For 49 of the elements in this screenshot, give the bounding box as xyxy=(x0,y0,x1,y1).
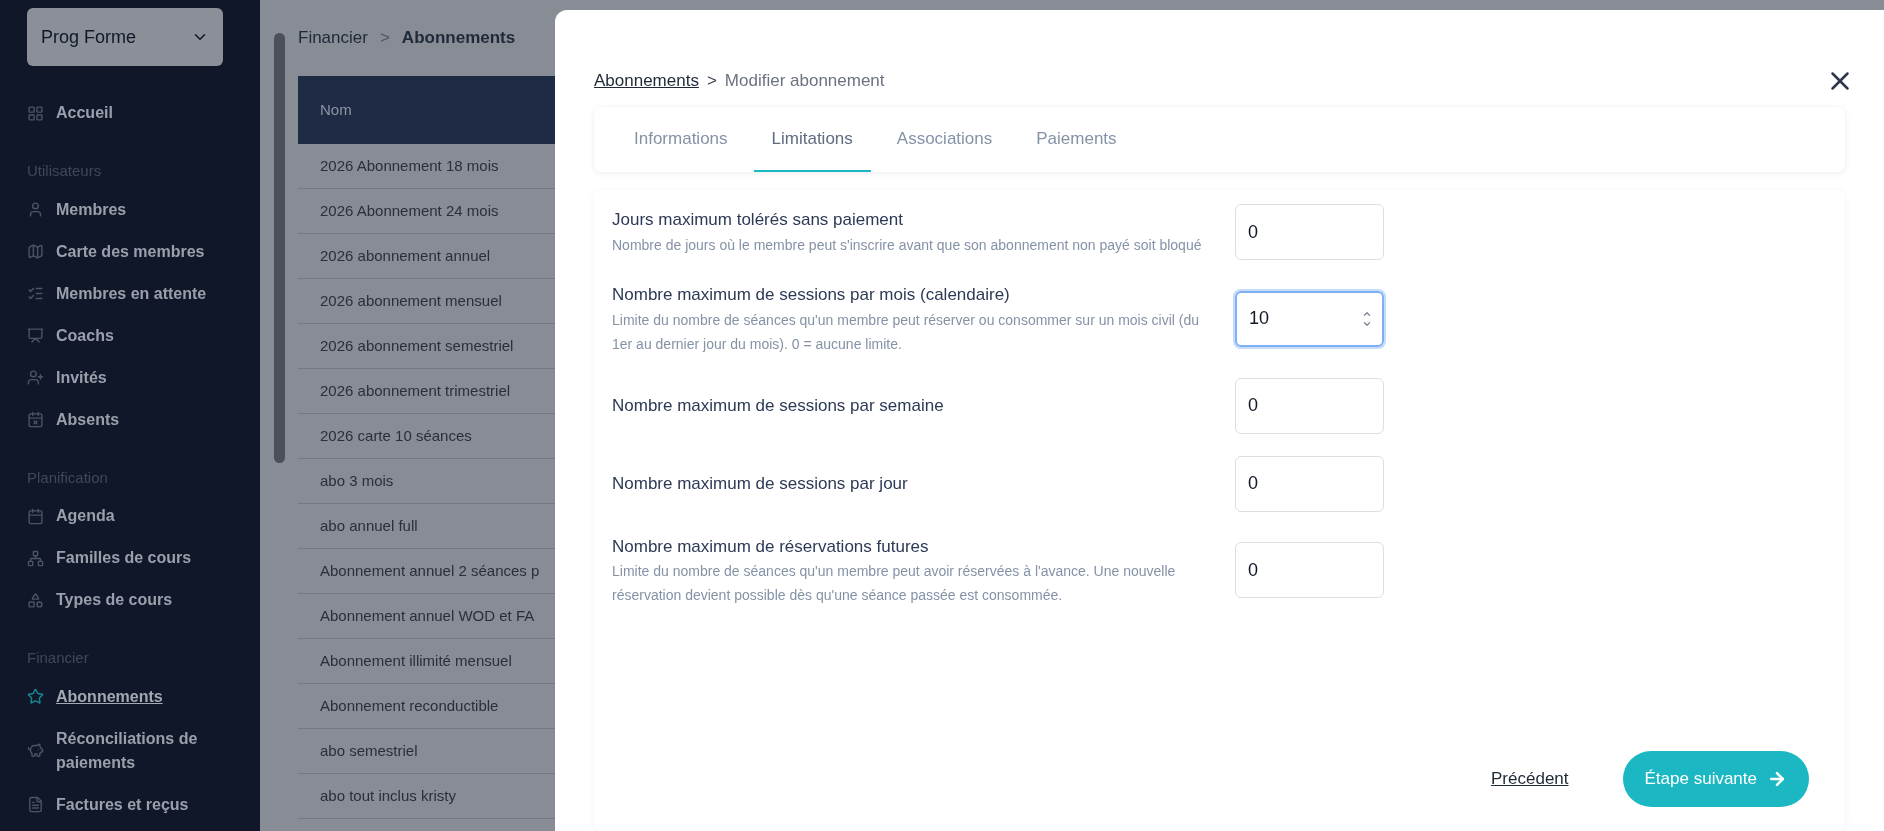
nav-link[interactable]: Coachs xyxy=(56,323,114,348)
nav-link[interactable]: Absents xyxy=(56,407,120,432)
field-help-text: Nombre de jours où le membre peut s'inscrire avant que son abonnement non payé soit bloqué xyxy=(612,235,1202,255)
breadcrumb-link[interactable]: Abonnements xyxy=(594,68,699,94)
table-header: Nom xyxy=(298,76,555,144)
breadcrumb-current: Abonnements xyxy=(401,27,516,50)
star-icon xyxy=(27,688,44,705)
nav-link[interactable]: Membres xyxy=(56,197,127,222)
shapes-icon xyxy=(27,591,44,609)
field-label: Jours maximum tolérés sans paiement xyxy=(612,209,904,232)
scrollbar-thumb[interactable] xyxy=(273,33,285,463)
nav-link[interactable]: Accueil xyxy=(56,101,113,125)
nav-link[interactable]: Agenda xyxy=(56,504,115,528)
organization-selector[interactable]: Prog Forme xyxy=(27,8,223,66)
presentation-icon xyxy=(27,327,44,344)
nav-link[interactable]: Carte des membres xyxy=(56,239,205,264)
breadcrumb-current: Modifier abonnement xyxy=(724,70,885,93)
nav-link[interactable]: Invités xyxy=(56,365,107,390)
field-help-text: Limite du nombre de séances qu'un membre peut avoir réservées à l'avance. Une nouvelle réservation devient possible dès qu'une séance passée est consommée. xyxy=(612,562,1177,605)
number-input[interactable]: 0 xyxy=(1235,455,1384,512)
user-plus-icon xyxy=(27,369,44,386)
nav-link[interactable]: Factures et reçus xyxy=(56,792,189,817)
nav-link[interactable]: Abonnements xyxy=(56,684,163,709)
tab[interactable]: Limitations xyxy=(753,107,871,172)
field-label: Nombre maximum de sessions par mois (calendaire) xyxy=(612,284,1011,306)
nav-link[interactable]: Réconciliations de paiements xyxy=(56,726,233,775)
number-input[interactable]: 0 xyxy=(1235,204,1384,260)
grid-icon xyxy=(27,104,44,122)
hierarchy-icon xyxy=(27,549,44,567)
breadcrumb-separator: > xyxy=(706,70,717,93)
nav-link[interactable]: Membres en attente xyxy=(56,281,207,306)
field-label: Nombre maximum de sessions par jour xyxy=(612,472,909,495)
calendar-icon xyxy=(27,507,44,525)
breadcrumb-separator: > xyxy=(379,27,390,50)
document-icon xyxy=(27,796,44,813)
number-input[interactable]: 10 xyxy=(1235,290,1384,347)
user-icon xyxy=(27,201,44,218)
previous-link[interactable]: Précédent xyxy=(1491,766,1569,792)
number-input[interactable]: 0 xyxy=(1235,542,1384,599)
breadcrumb-item[interactable]: Financier xyxy=(298,25,368,51)
piggy-bank-icon xyxy=(27,742,44,759)
field-label: Nombre maximum de sessions par semaine xyxy=(612,394,945,417)
field-help-text: Limite du nombre de séances qu'un membre peut réserver ou consommer sur un mois civil (du 1er au dernier jour du mois). 0 = aucune limite. xyxy=(612,310,1201,354)
nav-link[interactable]: Familles de cours xyxy=(56,546,192,570)
nav-link[interactable]: Types de cours xyxy=(56,588,173,612)
map-icon xyxy=(27,243,44,260)
number-input[interactable]: 0 xyxy=(1235,377,1384,434)
field-label: Nombre maximum de réservations futures xyxy=(612,535,930,558)
calendar-x-icon xyxy=(27,411,44,428)
